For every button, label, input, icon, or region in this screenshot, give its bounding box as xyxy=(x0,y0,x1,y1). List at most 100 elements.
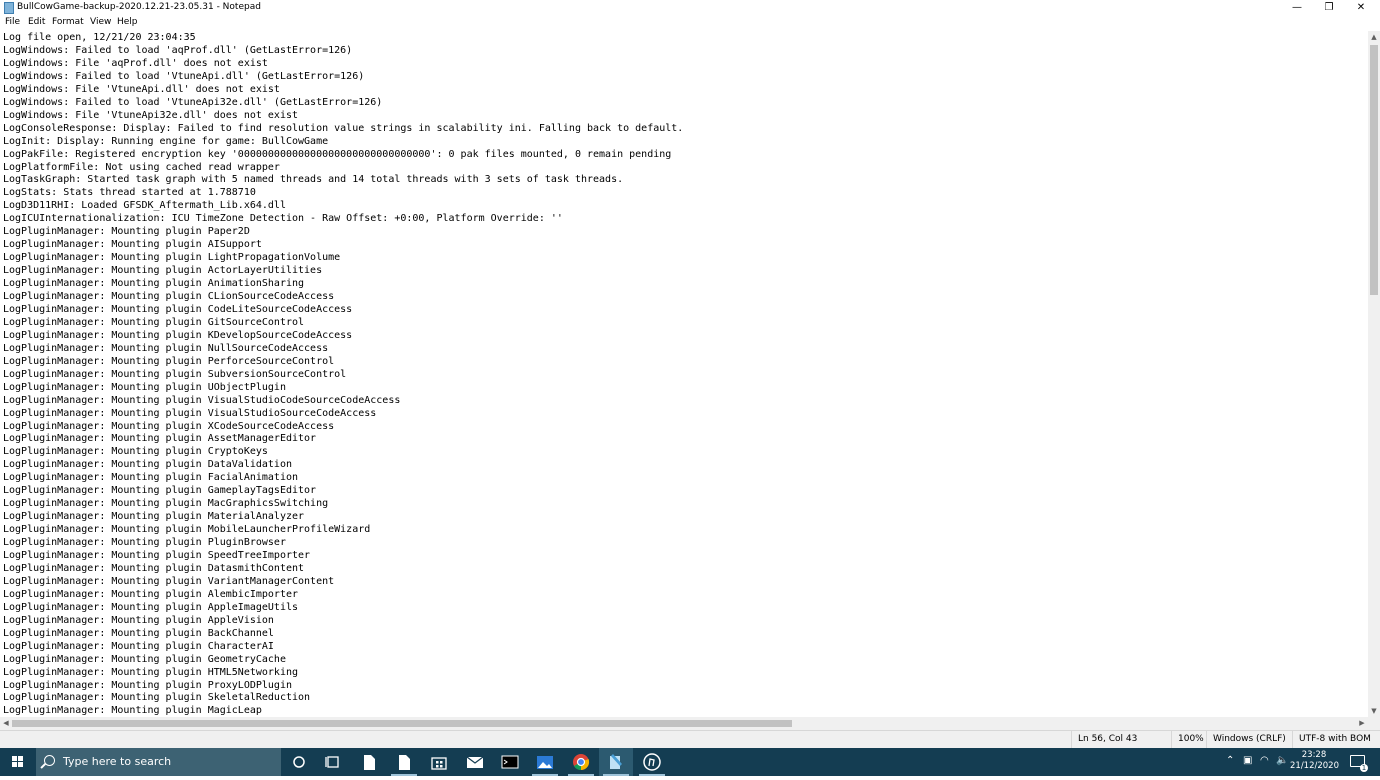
encoding: UTF-8 with BOM xyxy=(1292,731,1380,748)
log-line: LogWindows: File 'VtuneApi32e.dll' does … xyxy=(3,109,299,121)
scroll-down-arrow-icon[interactable]: ▼ xyxy=(1368,705,1380,717)
volume-icon[interactable]: 🔈 xyxy=(1276,755,1288,766)
photos-icon xyxy=(537,756,553,769)
taskbar-unreal-app[interactable] xyxy=(635,748,669,776)
log-line: LogPluginManager: Mounting plugin Animat… xyxy=(3,278,305,290)
log-line: LogD3D11RHI: Loaded GFSDK_Aftermath_Lib.… xyxy=(3,200,286,212)
taskbar: Type here to search ⌃ ▣ ◠ 🔈 23:28 21/12/… xyxy=(0,748,1380,776)
clock-time: 23:28 xyxy=(1301,750,1327,760)
log-line: LogPluginManager: Mounting plugin AISupp… xyxy=(3,239,262,251)
taskbar-store-app[interactable] xyxy=(422,748,456,776)
task-view-button[interactable] xyxy=(316,748,350,776)
scroll-left-arrow-icon[interactable]: ◀ xyxy=(0,717,12,730)
vertical-scrollbar[interactable]: ▲ ▼ xyxy=(1368,31,1380,717)
network-icon[interactable]: ◠ xyxy=(1260,755,1269,766)
taskbar-mail-app[interactable] xyxy=(458,748,492,776)
log-line: LogPluginManager: Mounting plugin Visual… xyxy=(3,394,401,406)
log-line: LogPluginManager: Mounting plugin Alembi… xyxy=(3,588,299,600)
log-line: LogPluginManager: Mounting plugin KDevel… xyxy=(3,329,353,341)
terminal-icon xyxy=(501,755,519,769)
log-line: LogPluginManager: Mounting plugin Plugin… xyxy=(3,537,286,549)
horizontal-scrollbar[interactable]: ◀ ▶ xyxy=(0,717,1368,730)
log-line: LogPluginManager: Mounting plugin Visual… xyxy=(3,407,377,419)
start-button[interactable] xyxy=(0,748,36,776)
log-line: LogPluginManager: Mounting plugin DataVa… xyxy=(3,459,292,471)
log-line: LogPluginManager: Mounting plugin AssetM… xyxy=(3,433,317,445)
store-icon xyxy=(431,757,447,770)
log-line: LogPluginManager: Mounting plugin LightP… xyxy=(3,252,341,264)
scrollbar-corner xyxy=(1368,717,1380,730)
log-line: LogInit: Display: Running engine for gam… xyxy=(3,135,329,147)
taskbar-photos-app[interactable] xyxy=(528,748,562,776)
unreal-engine-icon xyxy=(643,753,661,771)
cursor-position: Ln 56, Col 43 xyxy=(1071,731,1171,748)
log-line: LogPluginManager: Mounting plugin Datasm… xyxy=(3,562,305,574)
log-line: LogPluginManager: Mounting plugin SpeedT… xyxy=(3,550,311,561)
menu-view[interactable]: View xyxy=(90,17,111,27)
chrome-icon xyxy=(573,754,590,771)
scroll-up-arrow-icon[interactable]: ▲ xyxy=(1368,31,1380,43)
menu-bar: File Edit Format View Help xyxy=(0,16,1380,30)
search-icon xyxy=(44,755,55,766)
taskbar-terminal-app[interactable] xyxy=(493,748,527,776)
taskbar-chrome-app[interactable] xyxy=(564,748,598,776)
menu-edit[interactable]: Edit xyxy=(28,17,45,27)
vertical-scroll-thumb[interactable] xyxy=(1370,45,1378,295)
log-line: LogPluginManager: Mounting plugin MacGra… xyxy=(3,498,329,510)
log-line: LogPluginManager: Mounting plugin ProxyL… xyxy=(3,679,292,691)
log-line: LogPluginManager: Mounting plugin Mobile… xyxy=(3,524,371,536)
windows-logo-icon xyxy=(12,756,24,768)
notepad-icon xyxy=(399,755,410,770)
menu-file[interactable]: File xyxy=(5,17,20,27)
cortana-circle-icon xyxy=(293,756,305,768)
log-line: LogStats: Stats thread started at 1.7887… xyxy=(3,187,256,199)
taskbar-notepad-active-app[interactable] xyxy=(599,748,633,776)
log-line: LogPluginManager: Mounting plugin Gamepl… xyxy=(3,485,317,497)
log-line: LogICUInternationalization: ICU TimeZone… xyxy=(3,213,563,225)
log-line: LogPluginManager: Mounting plugin Charac… xyxy=(3,640,274,652)
close-button[interactable]: ✕ xyxy=(1345,0,1377,16)
log-line: LogWindows: File 'aqProf.dll' does not e… xyxy=(3,57,268,69)
search-placeholder: Type here to search xyxy=(63,755,172,768)
log-line: LogWindows: File 'VtuneApi.dll' does not… xyxy=(3,83,280,95)
zoom-level: 100% xyxy=(1171,731,1206,748)
cortana-button[interactable] xyxy=(282,748,316,776)
minimize-button[interactable]: — xyxy=(1281,0,1313,16)
log-line: LogPluginManager: Mounting plugin MagicL… xyxy=(3,705,262,717)
clock-date: 21/12/2020 xyxy=(1290,761,1339,771)
document-icon xyxy=(364,755,375,770)
restore-button[interactable]: ❐ xyxy=(1313,0,1345,16)
log-line: LogWindows: Failed to load 'aqProf.dll' … xyxy=(3,44,353,56)
log-line: LogPluginManager: Mounting plugin ActorL… xyxy=(3,265,323,277)
log-line: LogPluginManager: Mounting plugin Materi… xyxy=(3,511,305,523)
log-line: LogPluginManager: Mounting plugin Geomet… xyxy=(3,653,286,665)
text-editor[interactable]: Log file open, 12/21/20 23:04:35 LogWindo… xyxy=(0,31,1368,717)
log-line: LogPluginManager: Mounting plugin BackCh… xyxy=(3,627,274,639)
log-line: LogPluginManager: Mounting plugin Perfor… xyxy=(3,355,335,367)
log-line: LogPluginManager: Mounting plugin CodeLi… xyxy=(3,303,353,315)
task-view-icon xyxy=(325,756,339,768)
tray-overflow-chevron-icon[interactable]: ⌃ xyxy=(1226,755,1234,766)
log-line: LogPluginManager: Mounting plugin Facial… xyxy=(3,472,299,484)
log-line: LogPluginManager: Mounting plugin XCodeS… xyxy=(3,420,335,432)
taskbar-search-box[interactable]: Type here to search xyxy=(36,748,281,776)
taskbar-clock[interactable]: 23:28 21/12/2020 xyxy=(1290,750,1339,772)
line-ending: Windows (CRLF) xyxy=(1206,731,1292,748)
taskbar-notepad-app[interactable] xyxy=(387,748,421,776)
notepad-app-icon xyxy=(4,2,14,14)
log-line: LogPluginManager: Mounting plugin Paper2… xyxy=(3,226,250,238)
menu-format[interactable]: Format xyxy=(52,17,84,27)
log-line: LogPluginManager: Mounting plugin AppleI… xyxy=(3,601,299,613)
horizontal-scroll-thumb[interactable] xyxy=(12,720,792,727)
log-line: LogPlatformFile: Not using cached read w… xyxy=(3,161,280,173)
log-line: LogPluginManager: Mounting plugin UObjec… xyxy=(3,381,286,393)
window-title: BullCowGame-backup-2020.12.21-23.05.31 -… xyxy=(17,2,261,12)
log-line: LogPluginManager: Mounting plugin CLionS… xyxy=(3,291,335,302)
log-line: LogPluginManager: Mounting plugin Subver… xyxy=(3,368,347,380)
log-line: LogPluginManager: Mounting plugin Crypto… xyxy=(3,446,268,458)
taskbar-file-app[interactable] xyxy=(352,748,386,776)
scroll-right-arrow-icon[interactable]: ▶ xyxy=(1356,717,1368,730)
tray-device-icon[interactable]: ▣ xyxy=(1243,755,1252,766)
menu-help[interactable]: Help xyxy=(117,17,138,27)
log-line: LogWindows: Failed to load 'VtuneApi32e.… xyxy=(3,96,383,108)
